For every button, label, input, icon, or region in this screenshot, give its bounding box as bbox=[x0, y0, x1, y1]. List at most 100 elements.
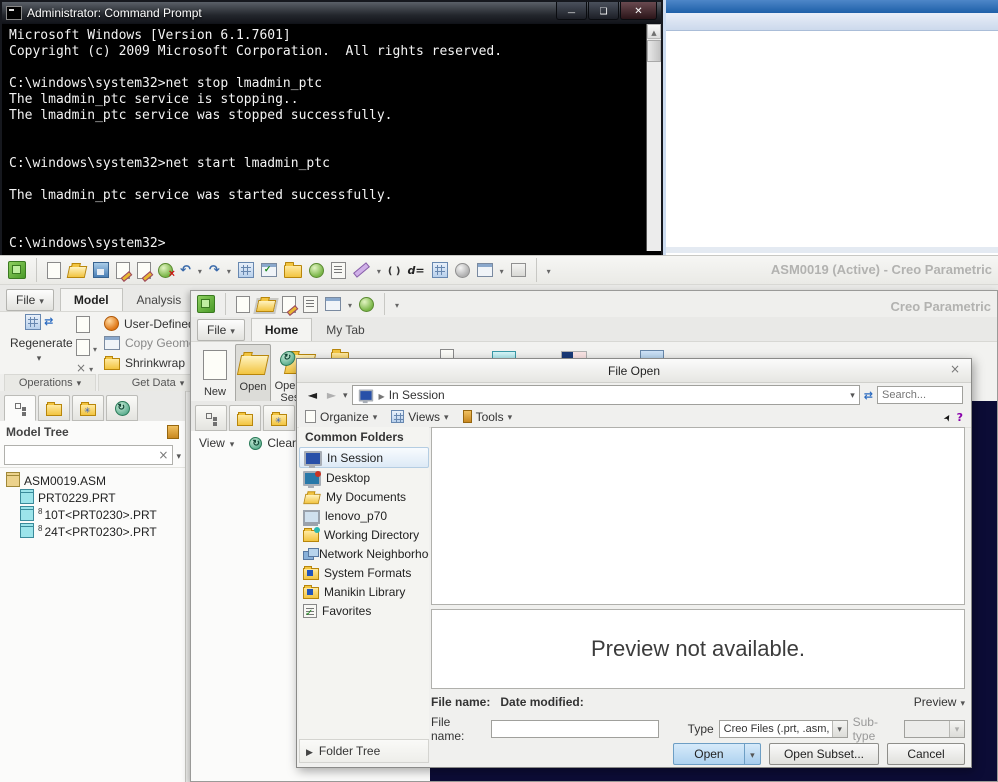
cancel-button[interactable]: Cancel bbox=[887, 743, 965, 765]
regenerate-button[interactable]: Regenerate bbox=[10, 314, 68, 364]
parameters-icon[interactable] bbox=[407, 264, 424, 276]
calculator-icon[interactable] bbox=[432, 262, 448, 278]
address-field[interactable]: In Session bbox=[352, 385, 860, 405]
sidebar-item-network-neighborhood[interactable]: Network Neighborhood bbox=[299, 544, 429, 563]
notebook-icon[interactable] bbox=[331, 262, 346, 279]
tree-filter-input[interactable] bbox=[4, 445, 173, 465]
scrollbar-thumb[interactable] bbox=[647, 40, 661, 62]
minimize-button[interactable] bbox=[556, 2, 587, 20]
windows-dropdown-icon[interactable] bbox=[500, 264, 504, 276]
view-dropdown[interactable]: View bbox=[199, 436, 225, 450]
sidebar-item-working-directory[interactable]: Working Directory bbox=[299, 525, 429, 544]
windows-dropdown-icon[interactable] bbox=[348, 298, 352, 310]
customize-toolbar-icon[interactable] bbox=[395, 298, 399, 310]
sidebar-item-desktop[interactable]: Desktop bbox=[299, 468, 429, 487]
verify-window-icon[interactable] bbox=[261, 263, 277, 277]
sidebar-item-system-formats[interactable]: System Formats bbox=[299, 563, 429, 582]
undo-dropdown-icon[interactable] bbox=[198, 264, 202, 276]
delete-icon[interactable] bbox=[158, 263, 173, 278]
model-export-icon[interactable] bbox=[116, 262, 130, 279]
maximize-button[interactable] bbox=[588, 2, 619, 20]
search-input[interactable] bbox=[877, 386, 963, 404]
play-icon[interactable] bbox=[359, 297, 374, 312]
address-dropdown-icon[interactable] bbox=[850, 388, 855, 401]
model-display-icon[interactable] bbox=[511, 263, 526, 277]
filter-dropdown-icon[interactable] bbox=[176, 449, 181, 462]
close-button[interactable] bbox=[620, 2, 657, 20]
type-select[interactable]: Creo Files (.prt, .asm, bbox=[719, 720, 848, 738]
context-help-button[interactable] bbox=[945, 410, 963, 423]
history-tab[interactable] bbox=[106, 395, 138, 421]
erase-icon[interactable] bbox=[282, 296, 296, 313]
model-tree-tab[interactable] bbox=[195, 405, 227, 431]
sidebar-item-favorites[interactable]: Favorites bbox=[299, 601, 429, 620]
file-menu-button[interactable]: File bbox=[6, 289, 54, 311]
tab-model[interactable]: Model bbox=[60, 288, 123, 311]
tree-settings-icon[interactable] bbox=[167, 425, 179, 439]
paste-dropdown-icon[interactable] bbox=[93, 342, 97, 354]
copy-icon[interactable] bbox=[76, 316, 90, 333]
relations-icon[interactable] bbox=[388, 264, 401, 277]
forward-button[interactable]: ► bbox=[324, 388, 339, 402]
back-button[interactable]: ◄ bbox=[305, 388, 320, 402]
save-icon[interactable] bbox=[93, 262, 109, 278]
customize-toolbar-icon[interactable] bbox=[547, 264, 551, 276]
operations-group-label[interactable]: Operations bbox=[4, 374, 96, 392]
windows-icon[interactable] bbox=[477, 263, 493, 277]
sidebar-item-in-session[interactable]: In Session bbox=[299, 447, 429, 468]
open-button[interactable]: Open bbox=[673, 743, 745, 765]
clear-filter-icon[interactable] bbox=[158, 449, 168, 461]
tab-analysis[interactable]: Analysis bbox=[123, 288, 196, 311]
refresh-button[interactable] bbox=[864, 388, 873, 402]
folder-browser-tab[interactable] bbox=[229, 405, 261, 431]
regenerate-list-icon[interactable] bbox=[238, 262, 254, 278]
view-dropdown-icon[interactable] bbox=[230, 437, 235, 450]
new-file-icon[interactable] bbox=[236, 296, 250, 313]
sidebar-item-manikin-library[interactable]: Manikin Library bbox=[299, 582, 429, 601]
open-file-icon[interactable] bbox=[256, 300, 277, 312]
undo-icon[interactable] bbox=[180, 264, 191, 277]
console-scrollbar[interactable] bbox=[646, 24, 661, 251]
model-tree-tab[interactable] bbox=[4, 395, 36, 421]
tools-menu[interactable]: Tools bbox=[463, 410, 513, 424]
delete-feature-icon[interactable] bbox=[76, 362, 86, 374]
measure-dropdown-icon[interactable] bbox=[377, 264, 381, 276]
open-file-icon[interactable] bbox=[67, 266, 88, 278]
sidebar-item-computer[interactable]: lenovo_p70 bbox=[299, 506, 429, 525]
paste-icon[interactable] bbox=[76, 339, 90, 356]
console-output[interactable]: Microsoft Windows [Version 6.1.7601] Cop… bbox=[2, 24, 661, 255]
tree-item[interactable]: ASM0019.ASM bbox=[6, 472, 183, 489]
command-prompt-titlebar[interactable]: Administrator: Command Prompt bbox=[2, 2, 661, 24]
windows-icon[interactable] bbox=[325, 297, 341, 311]
new-file-icon[interactable] bbox=[47, 262, 61, 279]
preview-toggle[interactable]: Preview bbox=[914, 695, 965, 709]
pause-icon[interactable] bbox=[455, 263, 470, 278]
folder-tree-expander[interactable]: Folder Tree bbox=[299, 739, 429, 763]
open-dropdown-button[interactable] bbox=[745, 743, 761, 765]
sidebar-item-my-documents[interactable]: My Documents bbox=[299, 487, 429, 506]
tree-item[interactable]: PRT0229.PRT bbox=[6, 489, 183, 506]
file-name-input[interactable] bbox=[491, 720, 659, 738]
creo-logo-icon[interactable] bbox=[8, 261, 26, 279]
delete-dropdown-icon[interactable] bbox=[89, 362, 93, 374]
working-folder-icon[interactable] bbox=[284, 265, 302, 278]
tree-item[interactable]: 8 10T<PRT0230>.PRT bbox=[6, 506, 183, 523]
folder-browser-tab[interactable] bbox=[38, 395, 70, 421]
file-menu-button[interactable]: File bbox=[197, 319, 245, 341]
favorites-tab[interactable] bbox=[72, 395, 104, 421]
notebook-icon[interactable] bbox=[303, 296, 318, 313]
history-dropdown-icon[interactable] bbox=[343, 388, 348, 401]
creo-logo-icon[interactable] bbox=[197, 295, 215, 313]
file-list-area[interactable] bbox=[431, 427, 965, 605]
tab-home[interactable]: Home bbox=[251, 318, 312, 341]
erase-icon[interactable] bbox=[137, 262, 151, 279]
tree-item[interactable]: 8 24T<PRT0230>.PRT bbox=[6, 523, 183, 540]
dialog-titlebar[interactable]: File Open bbox=[297, 359, 971, 383]
redo-icon[interactable] bbox=[209, 264, 220, 277]
dialog-close-button[interactable] bbox=[947, 363, 963, 377]
favorites-tab[interactable] bbox=[263, 405, 295, 431]
scroll-up-button[interactable] bbox=[647, 24, 661, 39]
tab-my-tab[interactable]: My Tab bbox=[312, 318, 378, 341]
type-dropdown-icon[interactable] bbox=[832, 721, 847, 737]
views-menu[interactable]: Views bbox=[391, 410, 448, 424]
